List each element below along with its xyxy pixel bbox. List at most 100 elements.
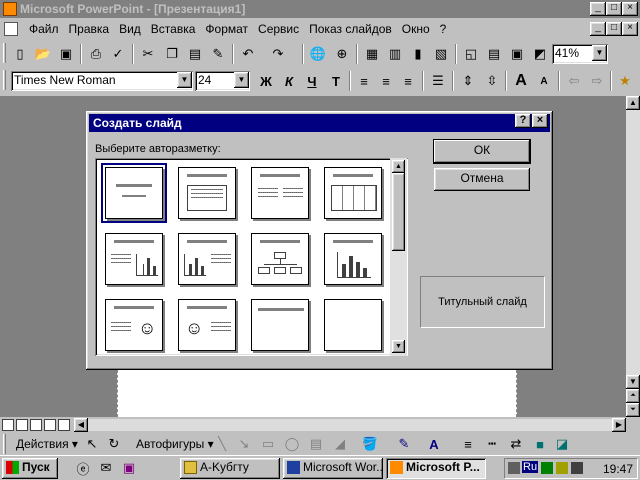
bullets-icon[interactable]: ☰ [428,71,448,91]
autoshapes-menu[interactable]: Автофигуры ▾ [136,437,214,451]
textbox-icon[interactable]: ▤ [306,434,326,454]
menu-help[interactable]: ? [435,22,452,36]
fill-color-icon[interactable]: 🪣 [360,434,380,454]
shadow-icon[interactable]: ■ [530,434,550,454]
slide-canvas[interactable] [117,370,517,417]
layout-bulleted-list[interactable] [178,167,236,219]
slide-sorter-icon[interactable] [44,419,56,431]
normal-view-icon[interactable] [2,419,14,431]
layout-list-scrollbar[interactable]: ▲ ▼ [390,158,407,356]
format-painter-icon[interactable]: ✎ [208,44,228,64]
scroll-down-icon[interactable]: ▼ [392,340,405,353]
line-style-icon[interactable]: ≡ [458,434,478,454]
underline-button[interactable]: Ч [302,71,322,91]
insert-excel-icon[interactable]: ▥ [385,44,405,64]
horizontal-scrollbar[interactable] [75,419,625,431]
animation-effects-icon[interactable]: ★ [615,71,635,91]
decrease-font-button[interactable]: A [534,71,554,91]
bold-button[interactable]: Ж [256,71,276,91]
shadow-button[interactable]: Т [326,71,346,91]
scroll-up-icon[interactable]: ▲ [626,96,640,110]
start-button[interactable]: Пуск [2,458,58,479]
menu-edit[interactable]: Правка [64,22,115,36]
wordart-icon[interactable]: ◢ [330,434,350,454]
increase-spacing-icon[interactable]: ⇕ [458,71,478,91]
align-center-icon[interactable]: ≡ [376,71,396,91]
desktop-icon[interactable]: ▣ [119,458,139,478]
demote-icon[interactable]: ⇨ [587,71,607,91]
layout-table[interactable] [324,167,382,219]
outline-view-icon[interactable] [16,419,28,431]
doc-restore-button[interactable]: □ [606,22,622,36]
slide-view-icon[interactable] [30,419,42,431]
language-indicator[interactable]: Ru [522,461,539,473]
slide-layout-icon[interactable]: ▤ [484,44,504,64]
slideshow-icon[interactable] [58,419,70,431]
layout-two-column-text[interactable] [251,167,309,219]
free-rotate-icon[interactable]: ↻ [104,434,124,454]
prev-slide-icon[interactable]: ⏶ [626,389,640,403]
copy-icon[interactable]: ❐ [162,44,182,64]
font-size-select[interactable]: 24 ▼ [195,71,250,91]
layout-blank[interactable] [324,299,382,351]
vertical-scrollbar[interactable]: ▲ ▼ ⏶ ⏷ [626,96,640,417]
scroll-up-icon[interactable]: ▲ [392,160,405,173]
menu-format[interactable]: Формат [200,22,253,36]
print-icon[interactable]: ⎙ [86,44,106,64]
task-word[interactable]: Microsoft Wor... [283,458,383,479]
close-button[interactable]: × [622,2,638,16]
tray-scheduler-icon[interactable] [556,462,568,474]
chevron-down-icon[interactable]: ▼ [177,72,192,88]
promote-icon[interactable]: ⇦ [564,71,584,91]
arrow-style-icon[interactable]: ⇄ [506,434,526,454]
menu-tools[interactable]: Сервис [253,22,304,36]
arrow-icon[interactable]: ↘ [234,434,254,454]
increase-font-button[interactable]: A [511,71,531,91]
paste-icon[interactable]: ▤ [185,44,205,64]
chevron-down-icon[interactable]: ▼ [592,45,607,61]
scroll-right-icon[interactable]: ▶ [612,418,626,432]
doc-close-button[interactable]: × [622,22,638,36]
web-icon[interactable]: ⊕ [332,44,352,64]
chevron-down-icon[interactable]: ▼ [234,72,249,88]
layout-title-only[interactable] [251,299,309,351]
grayscale-icon[interactable]: ◩ [530,44,550,64]
layout-clipart-and-text[interactable]: ☺ [178,299,236,351]
layout-chart[interactable] [324,233,382,285]
actions-menu[interactable]: Действия ▾ [16,437,78,451]
cancel-button[interactable]: Отмена [434,168,530,191]
font-color-icon[interactable]: A [424,434,444,454]
open-icon[interactable]: 📂 [33,44,53,64]
maximize-button[interactable]: □ [606,2,622,16]
doc-minimize-button[interactable]: _ [590,22,606,36]
scroll-thumb[interactable] [392,173,405,251]
clock[interactable]: 19:47 [603,462,633,476]
zoom-select[interactable]: 41% ▼ [552,44,608,64]
menu-file[interactable]: Файл [24,22,64,36]
scroll-down-icon[interactable]: ▼ [626,375,640,389]
tray-network-icon[interactable] [541,462,553,474]
insert-chart-icon[interactable]: ▮ [408,44,428,64]
menu-slideshow[interactable]: Показ слайдов [304,22,397,36]
3d-icon[interactable]: ◪ [552,434,572,454]
tray-volume-icon[interactable] [571,462,583,474]
rectangle-icon[interactable]: ▭ [258,434,278,454]
minimize-button[interactable]: _ [590,2,606,16]
line-color-icon[interactable]: ✎ [394,434,414,454]
clipart-icon[interactable]: ▧ [431,44,451,64]
font-select[interactable]: Times New Roman ▼ [11,71,193,91]
internet-explorer-icon[interactable]: ⓔ [73,458,93,478]
next-slide-icon[interactable]: ⏷ [626,403,640,417]
undo-icon[interactable]: ↶ [238,44,258,64]
outlook-express-icon[interactable]: ✉ [96,458,116,478]
layout-chart-and-text[interactable] [178,233,236,285]
select-arrow-icon[interactable]: ↖ [82,434,102,454]
line-icon[interactable]: ╲ [212,434,232,454]
align-left-icon[interactable]: ≡ [354,71,374,91]
new-slide-icon[interactable]: ◱ [461,44,481,64]
oval-icon[interactable]: ◯ [282,434,302,454]
layout-title-slide[interactable] [101,163,167,223]
layout-text-and-clipart[interactable]: ☺ [105,299,163,351]
menu-view[interactable]: Вид [114,22,146,36]
document-icon[interactable] [4,22,18,36]
